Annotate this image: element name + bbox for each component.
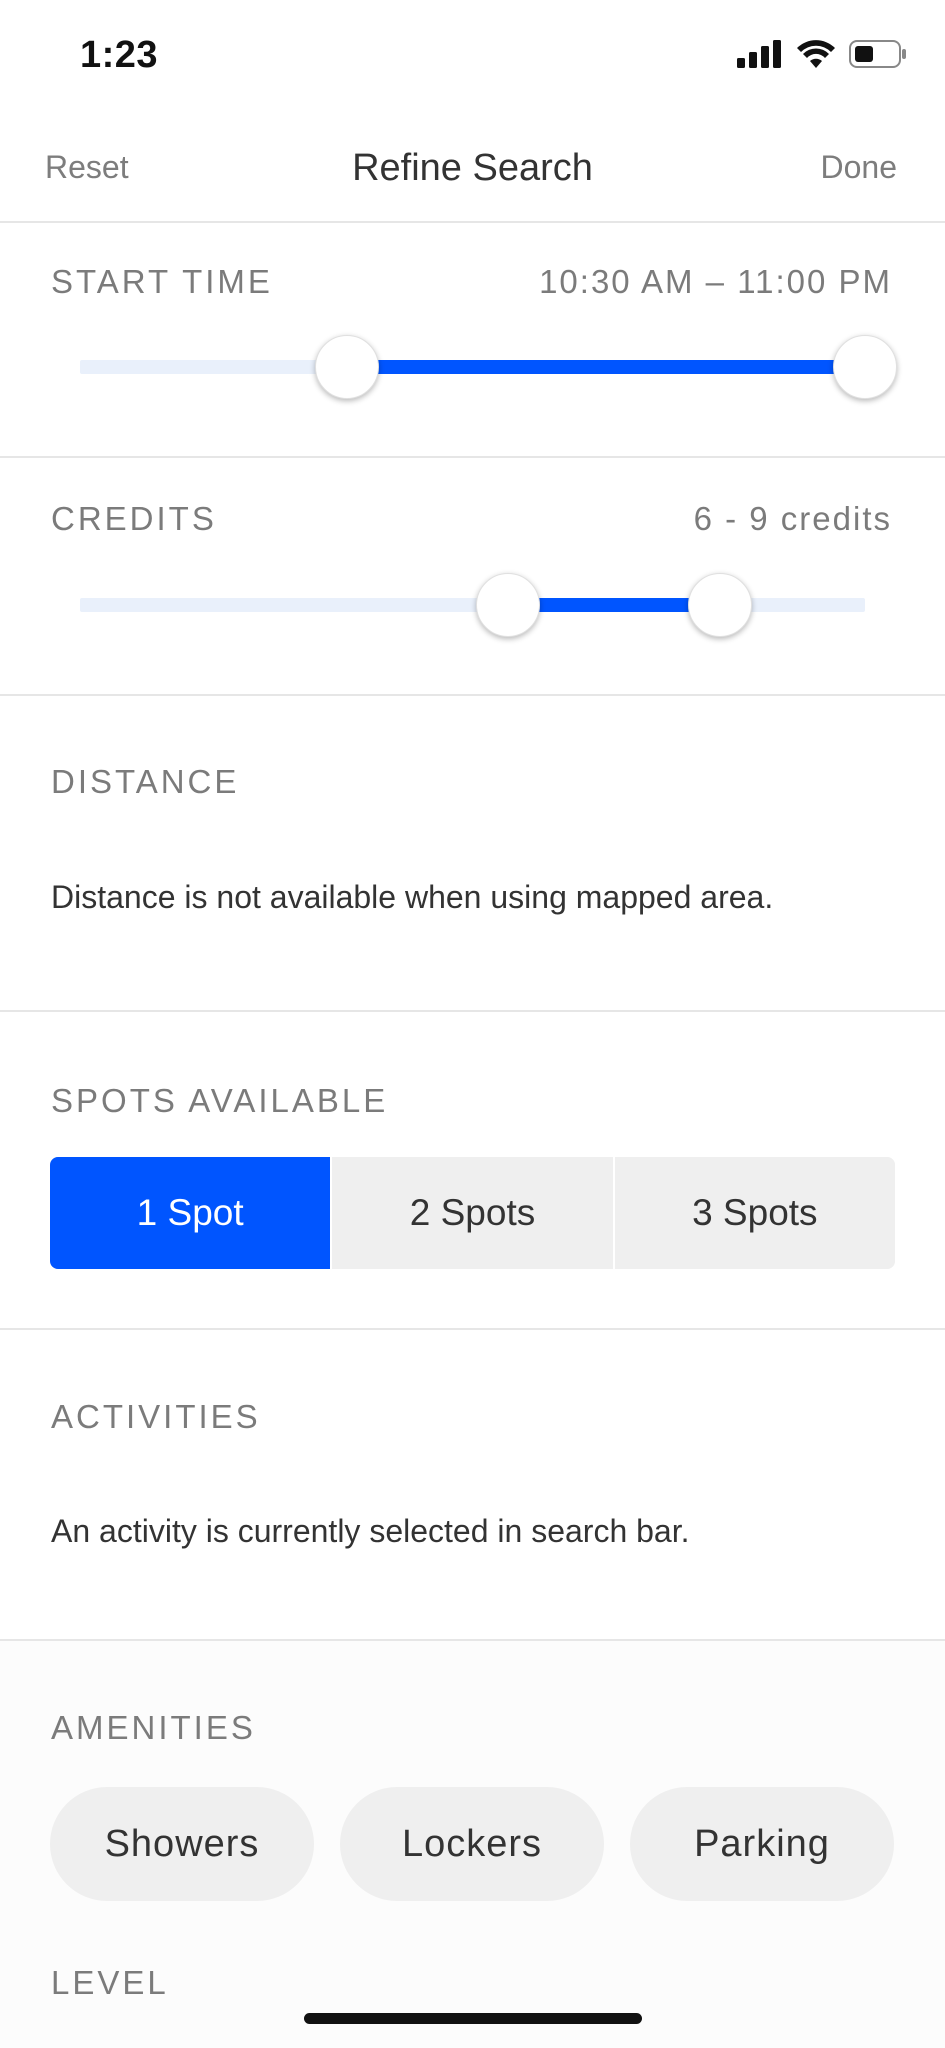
start-time-slider[interactable] [80, 335, 897, 399]
status-bar: 1:23 [0, 0, 945, 115]
status-time: 1:23 [80, 34, 159, 76]
distance-label: DISTANCE [51, 763, 240, 800]
start-time-slider-fill [346, 360, 865, 374]
start-time-low-thumb[interactable] [314, 335, 379, 399]
credits-label: CREDITS [51, 500, 217, 537]
credits-value: 6 - 9 credits [693, 500, 892, 537]
activities-message: An activity is currently selected in sea… [51, 1513, 690, 1549]
spots-segmented-control: 1 Spot 2 Spots 3 Spots [50, 1157, 895, 1269]
nav-bar: Reset Refine Search Done [0, 115, 945, 223]
spots-label: SPOTS AVAILABLE [51, 1082, 389, 1119]
done-button[interactable]: Done [821, 149, 898, 186]
activities-section: ACTIVITIES An activity is currently sele… [0, 1330, 945, 1641]
activities-label: ACTIVITIES [51, 1398, 261, 1435]
page-title: Refine Search [352, 147, 593, 189]
spots-option-2[interactable]: 2 Spots [330, 1157, 613, 1269]
distance-message: Distance is not available when using map… [51, 879, 774, 915]
signal-icon [737, 40, 781, 68]
amenity-chip-showers[interactable]: Showers [50, 1787, 314, 1901]
distance-section: DISTANCE Distance is not available when … [0, 696, 945, 1012]
amenities-label: AMENITIES [51, 1709, 256, 1746]
spots-option-1[interactable]: 1 Spot [50, 1157, 331, 1269]
status-icons [737, 40, 907, 68]
start-time-label: START TIME [51, 263, 273, 300]
start-time-value: 10:30 AM – 11:00 PM [539, 263, 892, 300]
start-time-section: START TIME 10:30 AM – 11:00 PM [0, 223, 945, 458]
start-time-high-thumb[interactable] [833, 335, 897, 399]
home-indicator[interactable] [304, 2013, 642, 2024]
credits-section: CREDITS 6 - 9 credits [0, 458, 945, 696]
credits-slider[interactable] [80, 573, 865, 637]
wifi-icon [797, 40, 835, 68]
amenity-chip-parking[interactable]: Parking [630, 1787, 894, 1901]
level-label: LEVEL [51, 1964, 169, 2001]
credits-low-thumb[interactable] [475, 573, 540, 637]
amenity-chip-lockers[interactable]: Lockers [340, 1787, 604, 1901]
credits-high-thumb[interactable] [687, 573, 752, 637]
battery-icon [849, 40, 906, 68]
amenities-chips: Showers Lockers Parking [50, 1787, 894, 1901]
spots-option-3[interactable]: 3 Spots [612, 1157, 895, 1269]
